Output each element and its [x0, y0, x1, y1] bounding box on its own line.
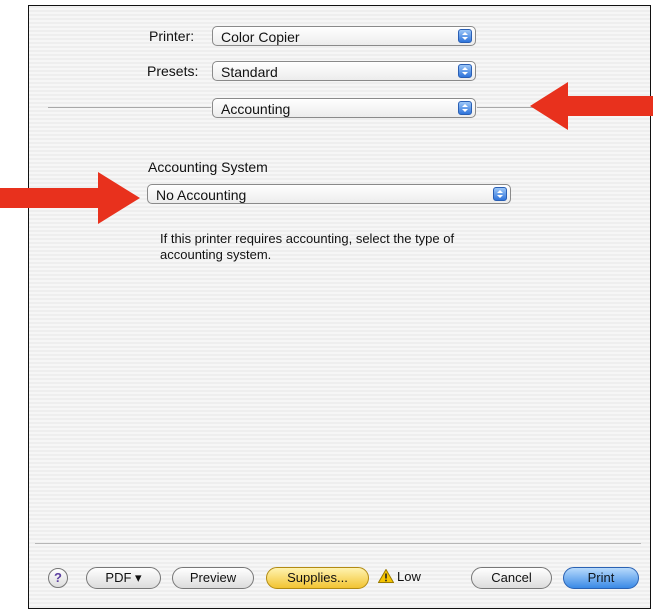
panel-popup[interactable]: Accounting — [212, 98, 476, 118]
red-arrow-right-icon — [0, 172, 140, 224]
printer-label: Printer: — [149, 28, 195, 44]
accounting-system-popup[interactable]: No Accounting — [147, 184, 511, 204]
supply-low-indicator: Low — [377, 568, 421, 584]
presets-popup[interactable]: Standard — [212, 61, 476, 81]
red-arrow-left-icon — [530, 82, 653, 130]
supplies-button[interactable]: Supplies... — [266, 567, 369, 589]
accounting-system-popup-value: No Accounting — [156, 187, 247, 203]
pdf-button[interactable]: PDF ▾ — [86, 567, 161, 589]
footer-separator — [35, 543, 641, 544]
popup-stepper-icon — [458, 64, 472, 78]
popup-stepper-icon — [493, 187, 507, 201]
panel-divider-left — [48, 107, 211, 108]
accounting-description: If this printer requires accounting, sel… — [160, 231, 455, 262]
panel-divider-right — [477, 107, 537, 108]
accounting-system-label: Accounting System — [148, 159, 268, 175]
low-label: Low — [397, 569, 421, 584]
popup-stepper-icon — [458, 101, 472, 115]
printer-popup[interactable]: Color Copier — [212, 26, 476, 46]
warning-icon — [377, 568, 395, 583]
preview-button[interactable]: Preview — [172, 567, 254, 589]
presets-popup-value: Standard — [221, 64, 278, 80]
print-button[interactable]: Print — [563, 567, 639, 589]
printer-popup-value: Color Copier — [221, 29, 300, 45]
cancel-button[interactable]: Cancel — [471, 567, 552, 589]
help-button[interactable]: ? — [48, 568, 68, 588]
panel-popup-value: Accounting — [221, 101, 291, 117]
popup-stepper-icon — [458, 29, 472, 43]
presets-label: Presets: — [147, 63, 199, 79]
